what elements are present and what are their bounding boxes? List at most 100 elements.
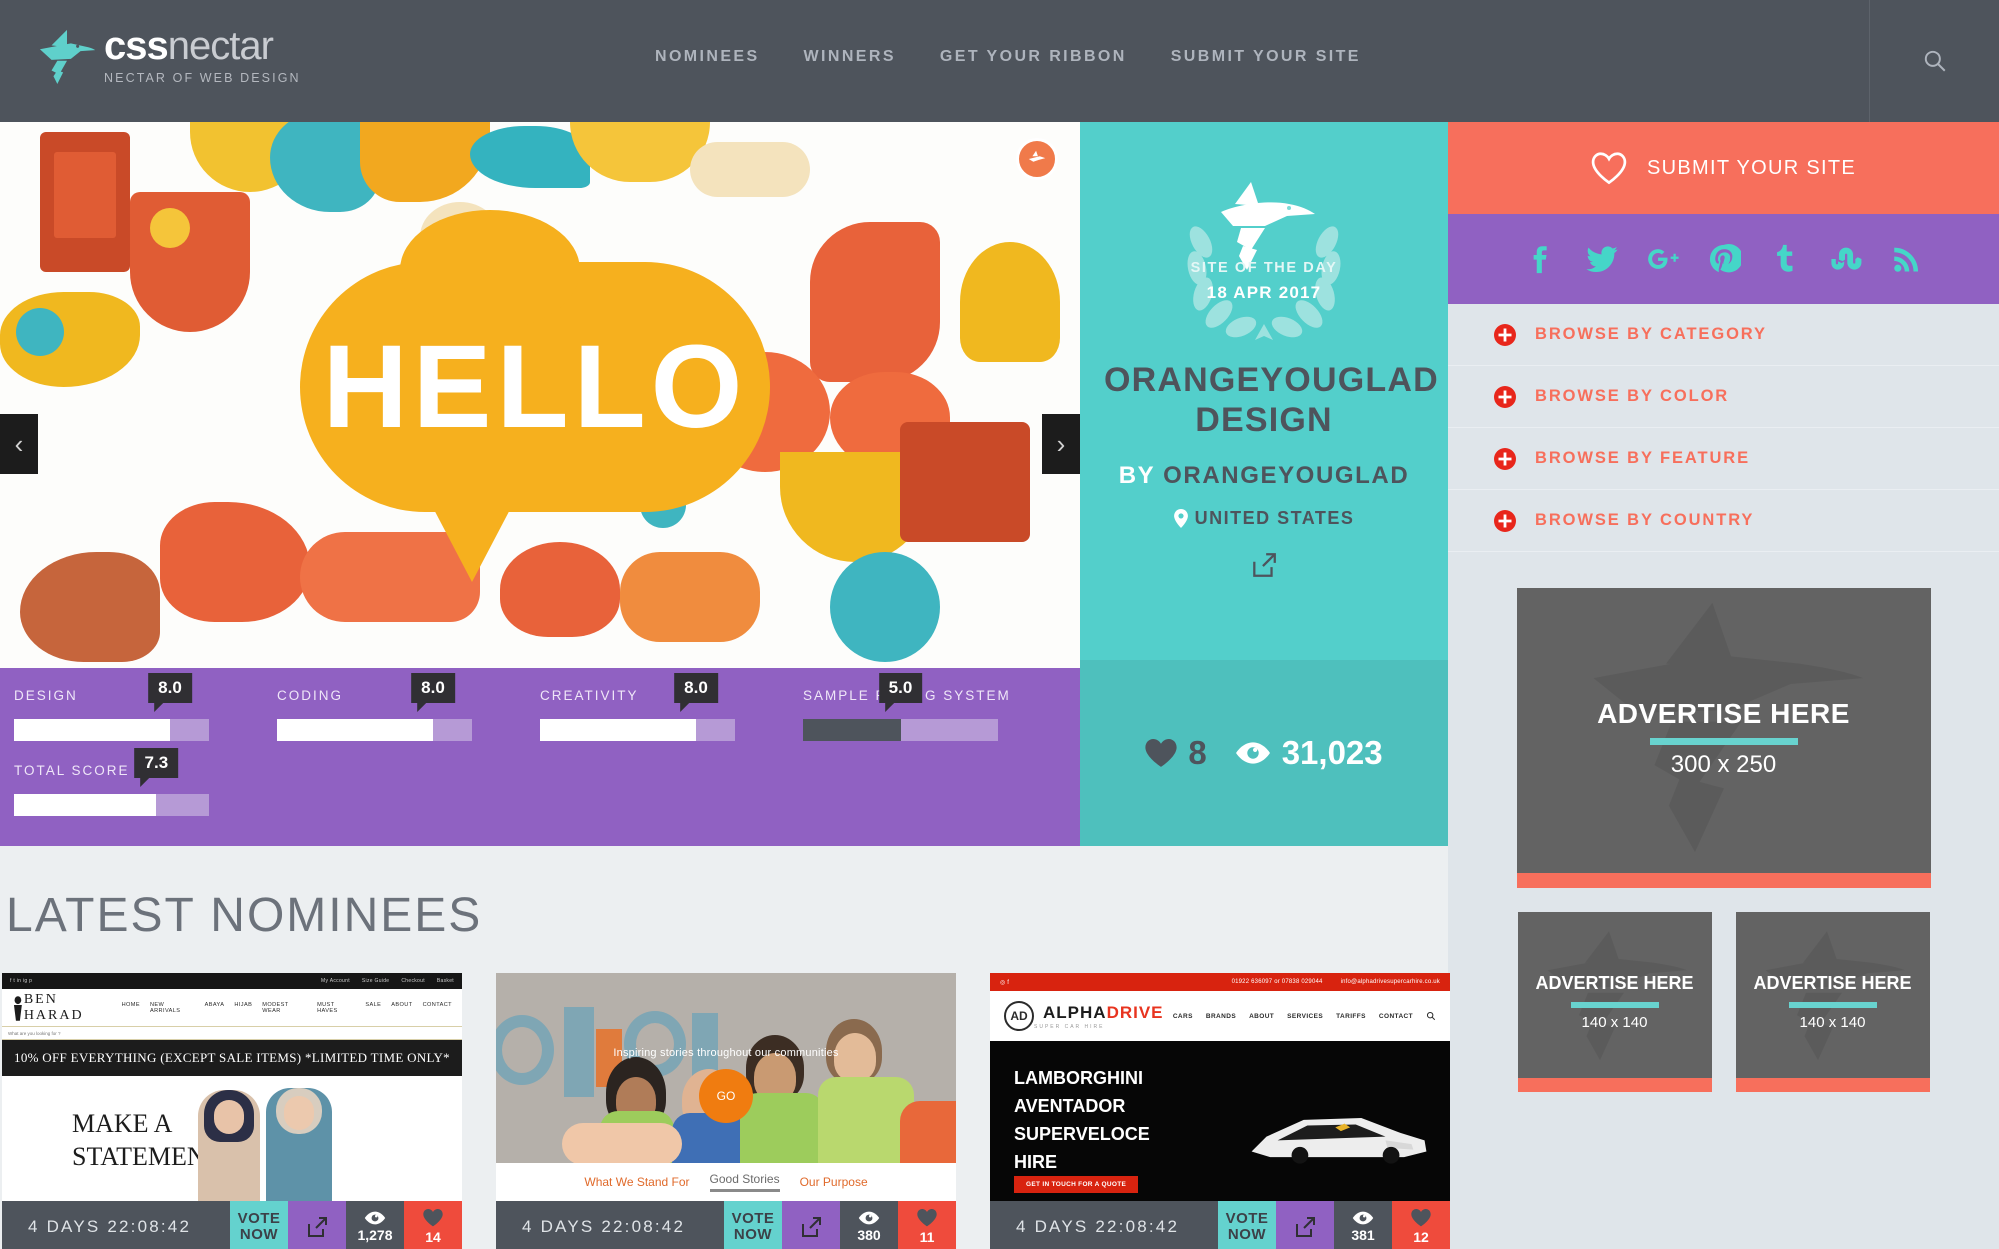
thumb2-nav-our-purpose: Our Purpose <box>799 1175 868 1189</box>
award-author-line: BY ORANGEYOUGLAD <box>1119 462 1410 490</box>
thumb1-social-icons: f t in ig p <box>10 978 33 984</box>
vote-label-line1: VOTE <box>731 1210 775 1228</box>
score-label-creativity: CREATIVITY <box>540 688 639 703</box>
thumb3-car-image <box>1251 1118 1427 1164</box>
rss-icon[interactable] <box>1890 242 1924 276</box>
award-site-title[interactable]: ORANGEYOUGLAD DESIGN <box>1104 360 1438 440</box>
browse-list: BROWSE BY CATEGORY BROWSE BY COLOR BROWS… <box>1448 304 1999 552</box>
external-link-icon <box>308 1217 327 1237</box>
nominee-card[interactable]: f t in ig p My Account Size Guide Checko… <box>2 973 462 1249</box>
visit-site-button[interactable] <box>782 1201 840 1249</box>
vote-label-line1: VOTE <box>1225 1210 1269 1228</box>
award-stats: 8 31,023 <box>1080 660 1448 846</box>
browse-item-color[interactable]: BROWSE BY COLOR <box>1448 366 1999 428</box>
map-pin-icon <box>1173 509 1188 529</box>
thumb1-promo-text: 10% OFF EVERYTHING (EXCEPT SALE ITEMS) *… <box>14 1050 450 1065</box>
browse-item-feature[interactable]: BROWSE BY FEATURE <box>1448 428 1999 490</box>
nav-item-winners[interactable]: WINNERS <box>804 48 896 66</box>
visit-site-button[interactable] <box>288 1201 346 1249</box>
nominee-thumbnail[interactable]: ◎ f 01922 636097 or 07838 029044 info@al… <box>990 973 1450 1201</box>
score-value-total: 7.3 <box>134 748 179 787</box>
score-track-coding: 8.0 <box>277 673 472 741</box>
thumb3-nav-brands: BRANDS <box>1205 1012 1237 1020</box>
browse-item-category[interactable]: BROWSE BY CATEGORY <box>1448 304 1999 366</box>
nominee-thumbnail[interactable]: f t in ig p My Account Size Guide Checko… <box>2 973 462 1201</box>
vote-now-button[interactable]: VOTE NOW <box>230 1201 288 1249</box>
nominee-card-footer: 4 DAYS 22:08:42 VOTE NOW <box>2 1201 462 1249</box>
nav-item-submit-your-site[interactable]: SUBMIT YOUR SITE <box>1171 48 1361 66</box>
ad-banner-140x140-left[interactable]: ADVERTISE HERE 140 x 140 <box>1517 912 1712 1092</box>
vote-label-line2: NOW <box>1227 1226 1267 1243</box>
ad-size-140-left: 140 x 140 <box>1581 1014 1648 1031</box>
stumbleupon-icon[interactable] <box>1829 242 1863 276</box>
thumb3-nav-about: ABOUT <box>1249 1012 1275 1020</box>
nav-item-get-your-ribbon[interactable]: GET YOUR RIBBON <box>940 48 1127 66</box>
latest-nominees-heading: LATEST NOMINEES <box>6 889 483 942</box>
ad-rule-140-left <box>1570 1002 1659 1008</box>
nominee-card[interactable]: ◎ f 01922 636097 or 07838 029044 info@al… <box>990 973 1450 1249</box>
twitter-icon[interactable] <box>1585 242 1619 276</box>
nominee-likes[interactable]: 11 <box>898 1201 956 1249</box>
hummingbird-small-icon <box>1028 150 1046 162</box>
eye-icon <box>1352 1211 1374 1225</box>
thumb1-nav-contact: CONTACT <box>422 1001 452 1008</box>
ad-banner-140x140-right[interactable]: ADVERTISE HERE 140 x 140 <box>1735 912 1930 1092</box>
score-label-design: DESIGN <box>14 688 78 703</box>
page-root: cssnectar NECTAR OF WEB DESIGN NOMINEES … <box>0 0 1999 1249</box>
ad-banner-300x250[interactable]: ADVERTISE HERE 300 x 250 <box>1516 588 1931 888</box>
ad-rule-140-right <box>1788 1002 1877 1008</box>
nominee-likes-count: 11 <box>919 1229 935 1245</box>
heart-icon <box>1145 738 1177 767</box>
search-icon <box>1426 1011 1436 1021</box>
hero-next-button[interactable]: › <box>1042 414 1080 474</box>
thumb1-nav-home: HOME <box>121 1001 140 1008</box>
thumb3-hero: LAMBORGHINI AVENTADOR SUPERVELOCE HIRE G… <box>990 1041 1450 1201</box>
external-link-icon <box>1296 1217 1315 1237</box>
score-row-primary: DESIGN 8.0 CODING 8.0 CREATIVITY 8.0 SAM… <box>14 673 1066 741</box>
nominee-likes[interactable]: 12 <box>1392 1201 1450 1249</box>
thumb1-link-checkout: Checkout <box>401 978 425 984</box>
award-visit-link[interactable] <box>1250 551 1278 584</box>
nominee-likes[interactable]: 14 <box>404 1201 462 1249</box>
vote-now-button[interactable]: VOTE NOW <box>724 1201 782 1249</box>
pinterest-icon[interactable] <box>1707 242 1741 276</box>
heart-icon <box>1411 1209 1431 1227</box>
thumb3-brand-sub: SUPER CAR HIRE <box>1034 1023 1105 1030</box>
visit-site-button[interactable] <box>1276 1201 1334 1249</box>
google-plus-icon[interactable] <box>1646 242 1680 276</box>
thumb3-nav-tariffs: TARIFFS <box>1336 1012 1366 1020</box>
facebook-icon[interactable] <box>1524 242 1558 276</box>
thumb1-header: BEN HARAD HOME NEW ARRIVALS ABAYA HIJAB … <box>2 989 462 1027</box>
hero-section: HELLO ‹ › DESIGN 8.0 CODING 8.0 CREATIVI… <box>0 122 1448 846</box>
ad-footer-bar-140-right <box>1735 1078 1930 1092</box>
plus-circle-icon <box>1494 509 1516 532</box>
thumb3-brand: ALPHADRIVE <box>1043 1003 1164 1023</box>
search-button[interactable] <box>1869 0 1999 122</box>
thumb1-nav-hijab: HIJAB <box>234 1001 253 1008</box>
thumb3-nav-contact: CONTACT <box>1378 1012 1413 1020</box>
award-author[interactable]: ORANGEYOUGLAD <box>1163 462 1409 489</box>
laurel-wreath-icon <box>1187 182 1341 340</box>
nav-item-nominees[interactable]: NOMINEES <box>655 48 760 66</box>
thumb3-email: info@alphadrivesupercarhire.co.uk <box>1340 979 1440 985</box>
thumb1-nav-abaya: ABAYA <box>204 1001 225 1008</box>
hero-badge-icon <box>1016 138 1058 180</box>
nominee-thumbnail[interactable]: Inspiring stories throughout our communi… <box>496 973 956 1201</box>
browse-item-country[interactable]: BROWSE BY COUNTRY <box>1448 490 1999 552</box>
award-views-count: 31,023 <box>1281 734 1383 771</box>
hero-prev-button[interactable]: ‹ <box>0 414 38 474</box>
thumb3-topbar: ◎ f 01922 636097 or 07838 029044 info@al… <box>990 973 1450 991</box>
vote-now-button[interactable]: VOTE NOW <box>1218 1201 1276 1249</box>
thumb2-nav-what-we-stand-for: What We Stand For <box>584 1175 690 1189</box>
ad-footer-bar-140-left <box>1517 1078 1712 1092</box>
submit-your-site-button[interactable]: SUBMIT YOUR SITE <box>1448 122 1999 214</box>
score-value-creativity: 8.0 <box>674 673 718 712</box>
award-badge: SITE OF THE DAY 18 APR 2017 <box>1159 164 1369 344</box>
award-likes[interactable]: 8 <box>1145 734 1207 772</box>
site-logo[interactable]: cssnectar NECTAR OF WEB DESIGN <box>38 24 301 86</box>
ad-title-300: ADVERTISE HERE <box>1597 697 1850 729</box>
nominee-card[interactable]: Inspiring stories throughout our communi… <box>496 973 956 1249</box>
tumblr-icon[interactable] <box>1768 242 1802 276</box>
hero-screenshot[interactable]: HELLO ‹ › DESIGN 8.0 CODING 8.0 CREATIVI… <box>0 122 1080 846</box>
thumb3-hero-line2: AVENTADOR <box>1014 1095 1126 1116</box>
